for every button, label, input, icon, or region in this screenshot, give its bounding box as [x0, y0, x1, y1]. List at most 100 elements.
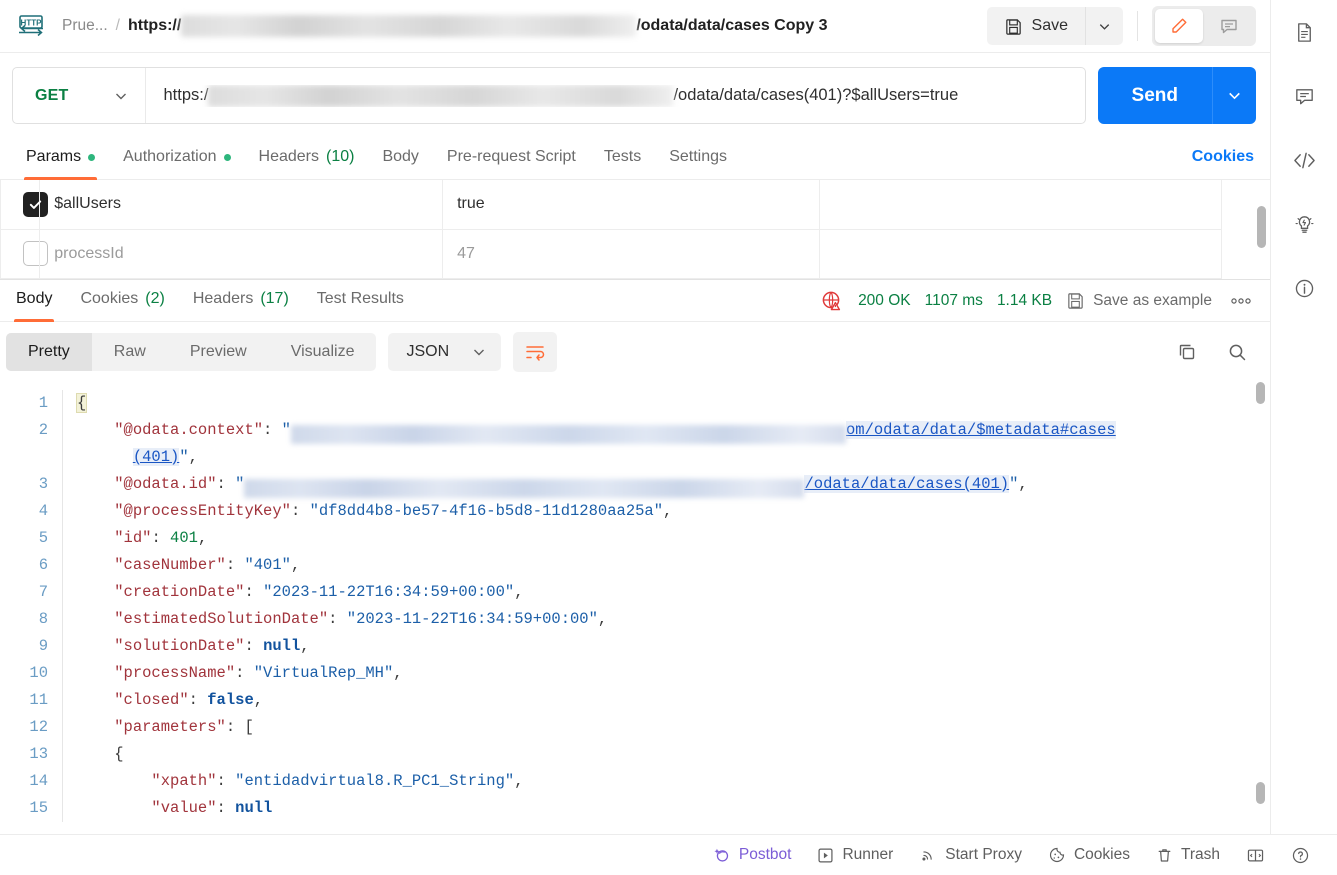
- rail-info-button[interactable]: [1284, 268, 1324, 308]
- response-tab-body-label: Body: [16, 290, 53, 307]
- save-button[interactable]: Save: [986, 7, 1085, 45]
- tab-headers[interactable]: Headers (10): [245, 138, 369, 179]
- json-token: "closed": [114, 691, 189, 709]
- line-number: 9: [38, 637, 48, 655]
- split-layout-icon: [1246, 846, 1265, 865]
- copy-response-button[interactable]: [1168, 333, 1206, 371]
- layout-toggle-button[interactable]: [1233, 839, 1278, 871]
- chevron-down-icon: [1097, 19, 1112, 34]
- start-proxy-button[interactable]: Start Proxy: [906, 839, 1035, 871]
- response-status: 200 OK: [858, 291, 911, 309]
- trash-label: Trash: [1180, 846, 1220, 863]
- param-description-cell[interactable]: [819, 180, 1222, 230]
- params-scrollbar-thumb[interactable]: [1257, 206, 1266, 248]
- param-description-cell[interactable]: [819, 229, 1222, 279]
- line-number: 12: [29, 718, 48, 736]
- tab-tests[interactable]: Tests: [590, 138, 655, 179]
- view-mode-visualize[interactable]: Visualize: [269, 333, 377, 371]
- code-line: "parameters": [: [77, 714, 1270, 741]
- json-code-content[interactable]: { "@odata.context": " om/odata/data/$meta…: [62, 390, 1270, 822]
- tab-authorization-label: Authorization: [123, 148, 217, 165]
- save-options-caret[interactable]: [1085, 7, 1123, 45]
- floppy-disk-icon: [1066, 291, 1085, 310]
- postbot-button[interactable]: Postbot: [700, 839, 805, 871]
- view-mode-preview[interactable]: Preview: [168, 333, 269, 371]
- tab-settings[interactable]: Settings: [655, 138, 741, 179]
- right-icon-rail: [1270, 0, 1337, 834]
- tab-body[interactable]: Body: [368, 138, 432, 179]
- tab-authorization[interactable]: Authorization: [109, 138, 244, 179]
- json-token: ,: [514, 772, 524, 790]
- response-tab-test-results[interactable]: Test Results: [303, 280, 418, 321]
- comment-mode-button[interactable]: [1205, 9, 1253, 43]
- runner-label: Runner: [842, 846, 894, 863]
- json-token: :: [244, 583, 264, 601]
- breadcrumb-collection[interactable]: Prue...: [62, 17, 108, 35]
- rail-code-button[interactable]: [1284, 140, 1324, 180]
- rail-documentation-button[interactable]: [1284, 12, 1324, 52]
- cookies-button[interactable]: Cookies: [1035, 839, 1143, 871]
- json-token: null: [263, 637, 301, 655]
- table-row[interactable]: processId 47: [0, 229, 1222, 279]
- json-token: ,: [663, 502, 673, 520]
- json-token: "entidadvirtual8.R_PC1_String": [235, 772, 515, 790]
- rail-tips-button[interactable]: [1284, 204, 1324, 244]
- rail-comments-button[interactable]: [1284, 76, 1324, 116]
- send-button[interactable]: Send: [1097, 67, 1212, 124]
- param-value-cell[interactable]: true: [442, 180, 821, 230]
- save-as-example-label: Save as example: [1093, 291, 1212, 309]
- response-tab-body[interactable]: Body: [2, 280, 66, 322]
- json-token: :: [151, 529, 171, 547]
- wrap-lines-button[interactable]: [513, 332, 558, 372]
- request-cookies-link[interactable]: Cookies: [1190, 138, 1256, 179]
- url-suffix: /odata/data/cases(401)?$allUsers=true: [673, 86, 959, 104]
- tab-pre-request-script[interactable]: Pre-request Script: [433, 138, 590, 179]
- tab-params[interactable]: Params: [12, 138, 109, 180]
- param-value-cell[interactable]: 47: [442, 229, 821, 279]
- json-token: "2023-11-22T16:34:59+00:00": [263, 583, 515, 601]
- help-button[interactable]: [1278, 839, 1323, 871]
- edit-mode-button[interactable]: [1155, 9, 1203, 43]
- ellipsis-icon: [1230, 297, 1252, 305]
- runner-button[interactable]: Runner: [804, 839, 906, 871]
- code-line: {: [77, 741, 1270, 768]
- response-language-select[interactable]: JSON: [388, 333, 502, 371]
- json-url-link[interactable]: (401): [132, 448, 180, 466]
- view-mode-raw[interactable]: Raw: [92, 333, 168, 371]
- info-circle-icon: [1293, 277, 1316, 300]
- search-response-button[interactable]: [1218, 333, 1256, 371]
- trash-button[interactable]: Trash: [1143, 839, 1233, 871]
- param-key-cell[interactable]: $allUsers: [39, 180, 444, 230]
- response-scrollbar-thumb-bottom[interactable]: [1256, 782, 1265, 804]
- param-key-cell[interactable]: processId: [39, 229, 444, 279]
- redacted-url-segment: [244, 479, 805, 498]
- copy-icon: [1176, 341, 1198, 363]
- tab-headers-label: Headers: [258, 148, 319, 165]
- save-as-example-button[interactable]: Save as example: [1066, 291, 1212, 310]
- response-scrollbar-thumb-top[interactable]: [1256, 382, 1265, 404]
- json-url-link[interactable]: /odata/data/cases(401): [804, 475, 1010, 493]
- search-icon: [1226, 341, 1248, 363]
- response-tab-cookies[interactable]: Cookies (2): [66, 280, 178, 321]
- request-title-prefix: https://: [127, 17, 182, 34]
- url-input[interactable]: https:/ /odata/data/cases(401)?$allUsers…: [146, 84, 1085, 107]
- globe-warning-icon[interactable]: [820, 289, 844, 313]
- view-mode-pretty[interactable]: Pretty: [6, 333, 92, 371]
- code-line: "@odata.context": " om/odata/data/$metada…: [77, 417, 1270, 471]
- request-title[interactable]: https:// /odata/data/cases Copy 3: [128, 15, 828, 37]
- code-line: "@odata.id": "/odata/data/cases(401)",: [77, 471, 1270, 498]
- json-token: "estimatedSolutionDate": [114, 610, 329, 628]
- response-tab-headers[interactable]: Headers (17): [179, 280, 303, 321]
- json-brace-highlight: {: [75, 393, 88, 413]
- json-token: ": [281, 421, 291, 439]
- send-options-caret[interactable]: [1212, 67, 1256, 124]
- redacted-url-host: [208, 84, 674, 107]
- response-view-mode-segment: Pretty Raw Preview Visualize: [6, 333, 377, 371]
- response-more-options-button[interactable]: [1226, 297, 1256, 305]
- http-method-select[interactable]: GET: [13, 68, 146, 123]
- start-proxy-label: Start Proxy: [945, 846, 1022, 863]
- send-group: Send: [1097, 67, 1256, 124]
- response-body-viewer[interactable]: 1 2 3 4 5 6 7 8 9 10 11 12 13 14 15 { "@odata.context"…: [0, 382, 1270, 834]
- json-url-link[interactable]: om/odata/data/$metadata#cases: [845, 421, 1116, 439]
- table-row[interactable]: $allUsers true: [0, 180, 1222, 230]
